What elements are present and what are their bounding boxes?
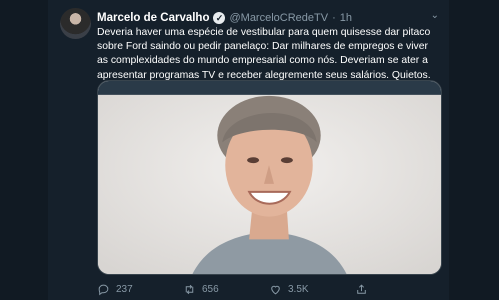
retweet-count: 656 (202, 283, 219, 295)
reply-icon (98, 284, 109, 295)
tweet-header: Marcelo de Carvalho ✓ @MarceloCRedeTV · … (97, 10, 441, 26)
tweet-actions: 237 656 3.5K (97, 280, 442, 298)
share-icon (357, 283, 366, 294)
share-button[interactable] (355, 283, 441, 296)
reply-button[interactable]: 237 (97, 283, 183, 296)
retweet-icon (185, 284, 194, 294)
caret-down-icon[interactable]: ⌄ (431, 10, 439, 21)
tweet-timestamp[interactable]: 1h (340, 12, 352, 24)
retweet-button[interactable]: 656 (183, 283, 269, 296)
like-count: 3.5K (288, 283, 309, 295)
left-page-margin (0, 0, 48, 300)
reply-count: 237 (116, 283, 133, 295)
like-icon (271, 285, 280, 294)
like-button[interactable]: 3.5K (269, 283, 355, 296)
separator-dot: · (332, 12, 336, 24)
photo-portrait-image (98, 81, 441, 274)
author-name[interactable]: Marcelo de Carvalho (97, 12, 209, 24)
verified-badge-icon: ✓ (213, 12, 226, 24)
right-page-margin (449, 0, 499, 300)
tweet-card[interactable]: Marcelo de Carvalho ✓ @MarceloCRedeTV · … (48, 0, 449, 300)
author-handle[interactable]: @MarceloCRedeTV (229, 12, 328, 24)
avatar[interactable] (60, 8, 91, 39)
tweet-text: Deveria haver uma espécie de vestibular … (97, 27, 431, 81)
tweet-photo[interactable] (97, 80, 442, 275)
